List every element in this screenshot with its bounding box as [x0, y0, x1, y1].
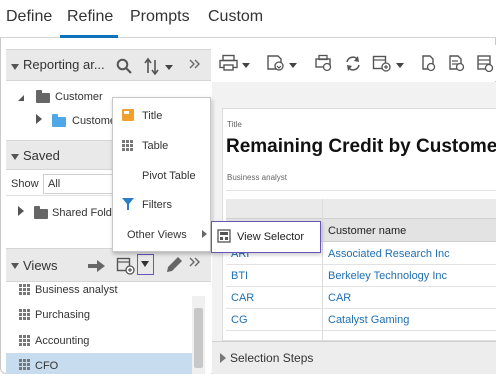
- sort-icon[interactable]: [144, 57, 178, 75]
- collapse-icon[interactable]: [11, 154, 19, 160]
- menu-item-label: Other Views: [127, 229, 187, 241]
- cell-name[interactable]: Catalyst Gaming: [328, 314, 409, 326]
- folder-blue-icon: [52, 114, 66, 127]
- table-view-icon: [19, 309, 31, 321]
- tree-expand-icon[interactable]: [18, 206, 24, 216]
- menu-item-label: Title: [142, 110, 163, 122]
- table-header-band: [226, 199, 496, 218]
- view-item-label: CFO: [35, 360, 59, 372]
- report-toolbar: [212, 45, 496, 81]
- export-icon[interactable]: [266, 54, 286, 72]
- column-header-customer-name[interactable]: Customer name: [328, 225, 406, 237]
- folder-icon: [36, 90, 50, 103]
- folder-icon: [34, 206, 48, 219]
- selection-steps-bar[interactable]: Selection Steps: [212, 341, 496, 374]
- view-item[interactable]: Business analyst: [6, 279, 197, 301]
- tree-expand-icon[interactable]: [36, 114, 42, 124]
- views-header: Views: [6, 248, 211, 282]
- expand-double-chevron-icon[interactable]: [189, 59, 201, 69]
- menu-item-label: Filters: [142, 199, 172, 211]
- show-label: Show: [11, 178, 39, 190]
- menu-item-title[interactable]: Title: [113, 102, 212, 130]
- cell-name[interactable]: Associated Research Inc: [328, 248, 450, 260]
- table-icon: [122, 140, 134, 152]
- menu-item-filters[interactable]: Filters: [113, 191, 212, 219]
- table-view-icon: [19, 359, 31, 371]
- divider: [226, 190, 496, 191]
- add-view-toolbar-icon[interactable]: [372, 54, 392, 72]
- menu-item-label: Pivot Table: [142, 170, 196, 182]
- print-dropdown-caret-icon[interactable]: [242, 63, 250, 68]
- menu-item-label: View Selector: [237, 231, 305, 243]
- table-view-icon: [19, 284, 31, 296]
- cell-code[interactable]: CAR: [231, 292, 254, 304]
- document-settings-icon[interactable]: [448, 54, 466, 72]
- menu-item-table[interactable]: Table: [113, 132, 212, 160]
- tree-item-customer[interactable]: Customer: [55, 91, 103, 103]
- view-item-label: Business analyst: [35, 284, 118, 296]
- print-preview-icon[interactable]: [314, 54, 334, 72]
- title-icon: [122, 109, 134, 121]
- cell-code[interactable]: BTI: [231, 270, 248, 282]
- menu-item-view-selector[interactable]: View Selector: [212, 222, 319, 251]
- selection-steps-label: Selection Steps: [230, 351, 314, 365]
- tab-define[interactable]: Define: [6, 8, 52, 26]
- view-item-label: Accounting: [35, 335, 90, 347]
- table-row: CG Catalyst Gaming: [226, 309, 496, 331]
- menu-item-other-views[interactable]: Other Views: [113, 221, 212, 249]
- table-view-icon: [19, 335, 31, 347]
- submenu-arrow-icon: [202, 230, 207, 238]
- views-scroll-thumb[interactable]: [194, 308, 203, 368]
- menu-item-pivot-table[interactable]: Pivot Table: [113, 162, 212, 190]
- cell-code[interactable]: CG: [231, 314, 248, 326]
- tab-bar: Define Refine Prompts Custom: [0, 0, 496, 38]
- title-view-label: Title: [227, 120, 242, 129]
- pencil-icon[interactable]: [164, 255, 184, 275]
- add-view-toolbar-caret-icon[interactable]: [396, 63, 404, 68]
- tree-collapse-icon[interactable]: [18, 95, 24, 101]
- refresh-icon[interactable]: [343, 54, 363, 72]
- collapse-icon[interactable]: [11, 263, 19, 269]
- cell-name[interactable]: Berkeley Technology Inc: [328, 270, 447, 282]
- table-row: CAR CAR: [226, 287, 496, 309]
- view-item-label: Purchasing: [35, 309, 91, 321]
- report-subtitle: Business analyst: [227, 173, 288, 182]
- view-selector-icon: [217, 229, 231, 243]
- menu-item-label: Table: [142, 140, 169, 152]
- other-views-submenu: View Selector: [211, 221, 321, 253]
- tab-refine[interactable]: Refine: [67, 8, 113, 26]
- reporting-area-title: Reporting ar...: [23, 57, 105, 72]
- expand-double-chevron-icon[interactable]: [189, 257, 201, 267]
- report-title[interactable]: Remaining Credit by Customer: [226, 136, 496, 158]
- add-view-icon[interactable]: [116, 256, 136, 276]
- table-row: BTI Berkeley Technology Inc: [226, 265, 496, 287]
- add-view-menu: Title Table Pivot Table Filters Other Vi…: [112, 97, 211, 252]
- tab-prompts[interactable]: Prompts: [130, 8, 190, 26]
- view-item[interactable]: Purchasing: [6, 304, 197, 326]
- view-item-selected[interactable]: CFO: [6, 353, 197, 374]
- add-view-dropdown-highlight: [137, 254, 154, 275]
- view-item[interactable]: Accounting: [6, 330, 197, 352]
- tree-item-customer-sub[interactable]: Custome: [72, 115, 116, 127]
- collapse-icon[interactable]: [11, 64, 19, 70]
- search-icon[interactable]: [116, 58, 132, 74]
- show-select-value: All: [48, 178, 61, 190]
- tree-item-shared-folders[interactable]: Shared Folde: [52, 207, 118, 219]
- filter-icon: [122, 198, 134, 210]
- filter-properties-icon[interactable]: [420, 54, 438, 72]
- views-title: Views: [23, 258, 58, 273]
- tab-custom[interactable]: Custom: [208, 8, 263, 26]
- grid-settings-icon[interactable]: [476, 54, 494, 72]
- reporting-area-header: Reporting ar...: [6, 49, 211, 81]
- active-tab-indicator: [60, 35, 118, 38]
- expand-icon[interactable]: [220, 353, 226, 363]
- arrow-right-icon[interactable]: [87, 258, 107, 274]
- print-icon[interactable]: [219, 54, 239, 72]
- export-dropdown-caret-icon[interactable]: [289, 63, 297, 68]
- saved-title: Saved: [23, 148, 60, 163]
- cell-name[interactable]: CAR: [328, 292, 351, 304]
